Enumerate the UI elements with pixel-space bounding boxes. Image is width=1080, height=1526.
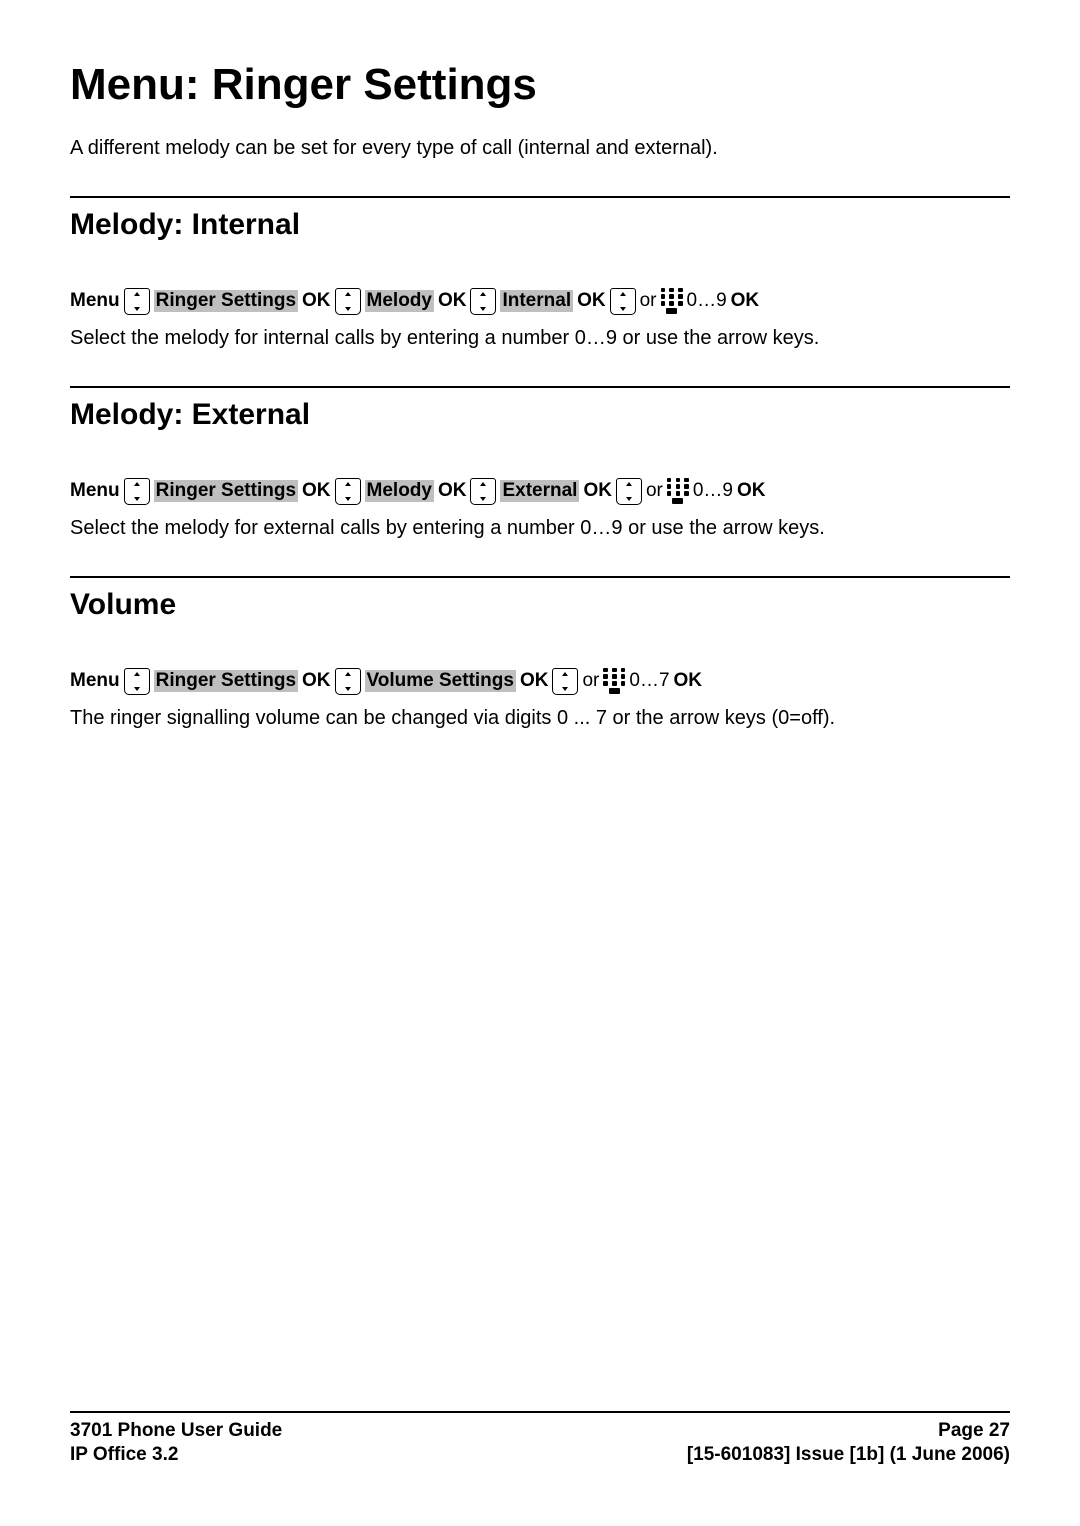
arrow-key-icon <box>124 288 150 315</box>
section-body-volume: The ringer signalling volume can be chan… <box>70 707 1010 730</box>
label-or: or <box>640 290 657 313</box>
nav-path-internal: Menu Ringer Settings OK Melody OK Intern… <box>70 288 1010 315</box>
section-divider <box>70 576 1010 578</box>
label-ok: OK <box>583 480 612 503</box>
section-title-external: Melody: External <box>70 398 1010 432</box>
arrow-key-icon <box>552 668 578 695</box>
label-menu: Menu <box>70 480 120 503</box>
section-volume: Volume Menu Ringer Settings OK Volume Se… <box>70 576 1010 730</box>
digit-range: 0…7 <box>629 670 669 693</box>
footer-product: IP Office 3.2 <box>70 1443 282 1468</box>
page-content: Menu: Ringer Settings A different melody… <box>0 0 1080 730</box>
section-melody-internal: Melody: Internal Menu Ringer Settings OK… <box>70 196 1010 350</box>
label-ok: OK <box>731 290 760 313</box>
label-menu: Menu <box>70 290 120 313</box>
label-ok: OK <box>302 290 331 313</box>
keypad-icon <box>603 668 625 695</box>
section-divider <box>70 196 1010 198</box>
label-ok: OK <box>577 290 606 313</box>
nav-path-external: Menu Ringer Settings OK Melody OK Extern… <box>70 478 1010 505</box>
arrow-key-icon <box>335 288 361 315</box>
label-ok: OK <box>520 670 549 693</box>
intro-text: A different melody can be set for every … <box>70 137 1010 160</box>
footer-divider <box>70 1411 1010 1413</box>
footer-doc-title: 3701 Phone User Guide <box>70 1419 282 1444</box>
menu-item-melody: Melody <box>365 480 434 503</box>
footer-page-number: Page 27 <box>687 1419 1010 1444</box>
label-ok: OK <box>737 480 766 503</box>
arrow-key-icon <box>124 668 150 695</box>
label-ok: OK <box>302 480 331 503</box>
label-menu: Menu <box>70 670 120 693</box>
label-or: or <box>582 670 599 693</box>
menu-item-melody: Melody <box>365 290 434 313</box>
page-title: Menu: Ringer Settings <box>70 60 1010 111</box>
arrow-key-icon <box>335 478 361 505</box>
page-footer: 3701 Phone User Guide IP Office 3.2 Page… <box>70 1411 1010 1468</box>
arrow-key-icon <box>470 478 496 505</box>
keypad-icon <box>667 478 689 505</box>
menu-item-ringer-settings: Ringer Settings <box>154 480 298 503</box>
nav-path-volume: Menu Ringer Settings OK Volume Settings … <box>70 668 1010 695</box>
label-ok: OK <box>674 670 703 693</box>
arrow-key-icon <box>616 478 642 505</box>
keypad-icon <box>661 288 683 315</box>
arrow-key-icon <box>335 668 361 695</box>
footer-issue: [15-601083] Issue [1b] (1 June 2006) <box>687 1443 1010 1468</box>
arrow-key-icon <box>470 288 496 315</box>
section-divider <box>70 386 1010 388</box>
label-ok: OK <box>438 290 467 313</box>
arrow-key-icon <box>124 478 150 505</box>
arrow-key-icon <box>610 288 636 315</box>
section-melody-external: Melody: External Menu Ringer Settings OK… <box>70 386 1010 540</box>
label-ok: OK <box>438 480 467 503</box>
menu-item-ringer-settings: Ringer Settings <box>154 290 298 313</box>
menu-item-external: External <box>500 480 579 503</box>
section-title-internal: Melody: Internal <box>70 208 1010 242</box>
digit-range: 0…9 <box>687 290 727 313</box>
section-title-volume: Volume <box>70 588 1010 622</box>
menu-item-ringer-settings: Ringer Settings <box>154 670 298 693</box>
digit-range: 0…9 <box>693 480 733 503</box>
section-body-internal: Select the melody for internal calls by … <box>70 327 1010 350</box>
label-or: or <box>646 480 663 503</box>
menu-item-volume-settings: Volume Settings <box>365 670 516 693</box>
label-ok: OK <box>302 670 331 693</box>
section-body-external: Select the melody for external calls by … <box>70 517 1010 540</box>
menu-item-internal: Internal <box>500 290 573 313</box>
